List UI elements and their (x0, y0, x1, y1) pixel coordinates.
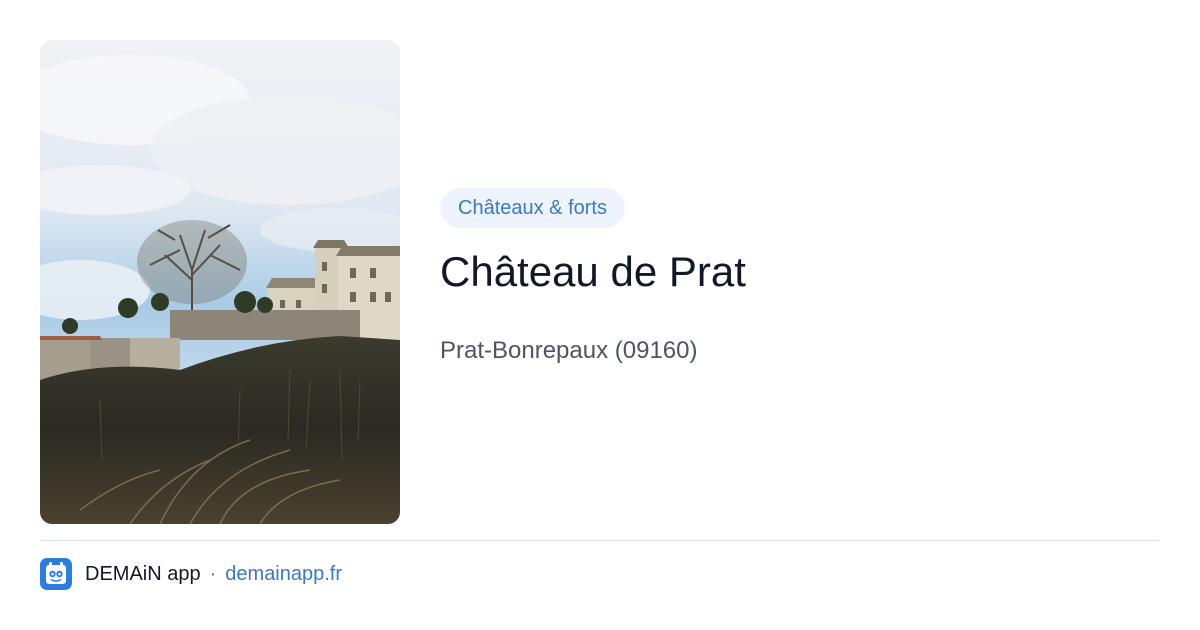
chateau-photo-image (40, 40, 400, 524)
footer-divider (40, 540, 1160, 541)
demain-app-icon (40, 558, 72, 590)
app-name: DEMAiN app (85, 562, 201, 585)
category-badge[interactable]: Châteaux & forts (440, 188, 625, 228)
page-title: Château de Prat (440, 248, 746, 295)
footer: DEMAiN app · demainapp.fr (40, 558, 342, 590)
footer-separator: · (209, 562, 217, 585)
app-url-link[interactable]: demainapp.fr (225, 563, 342, 586)
chateau-photo (40, 40, 400, 524)
location-text: Prat-Bonrepaux (09160) (440, 337, 698, 364)
